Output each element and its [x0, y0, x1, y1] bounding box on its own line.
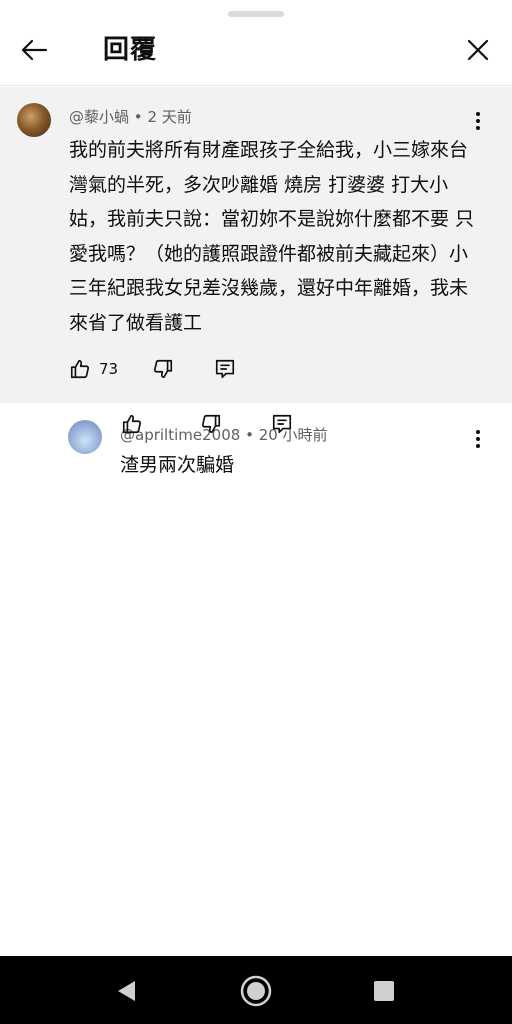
like-count: 73 [99, 360, 119, 378]
square-recents-icon [374, 981, 394, 1001]
home-circle-icon [240, 975, 272, 1007]
more-options-button[interactable] [466, 109, 490, 133]
meta-separator: • [133, 108, 143, 126]
avatar[interactable] [68, 420, 102, 454]
comment-author[interactable]: @藜小蝸 [69, 108, 129, 126]
nav-recents-button[interactable] [367, 974, 401, 1008]
comment-meta: @藜小蝸 • 2 天前 [69, 107, 192, 127]
comment-actions: 73 [68, 357, 237, 381]
comment-text: 我的前夫將所有財產跟孩子全給我，小三嫁來台灣氣的半死，多次吵離婚 燒房 打婆婆 … [69, 139, 475, 334]
arrow-left-icon [21, 39, 48, 61]
nav-home-button[interactable] [239, 974, 273, 1008]
thumbs-up-icon [70, 359, 90, 379]
thumbs-up-icon [122, 414, 142, 434]
triangle-back-icon [118, 981, 135, 1001]
back-button[interactable] [14, 34, 54, 66]
reply-actions [120, 412, 294, 436]
thumbs-down-icon [154, 359, 173, 379]
comment-icon [272, 414, 292, 434]
highlighted-comment: @藜小蝸 • 2 天前 我的前夫將所有財產跟孩子全給我，小三嫁來台灣氣的半死，多… [0, 87, 512, 403]
dislike-button[interactable] [151, 357, 175, 381]
thumbs-down-icon [201, 414, 221, 434]
replies-header: 回覆 [0, 22, 512, 86]
reply-text: 渣男兩次騙婚 [120, 454, 235, 476]
reply-button[interactable] [213, 357, 237, 381]
avatar[interactable] [17, 103, 51, 137]
like-button[interactable] [68, 357, 92, 381]
dislike-button[interactable] [199, 412, 223, 436]
more-options-button[interactable] [466, 427, 490, 451]
more-vert-icon [476, 112, 480, 116]
more-vert-icon [476, 430, 480, 434]
comment-time: 2 天前 [147, 108, 192, 126]
nav-back-button[interactable] [109, 974, 143, 1008]
close-icon [467, 39, 489, 61]
like-button[interactable] [120, 412, 144, 436]
system-navigation-bar [0, 956, 512, 1024]
reply-button[interactable] [270, 412, 294, 436]
sheet-drag-handle[interactable] [228, 11, 284, 17]
comment-icon [216, 359, 235, 379]
page-title: 回覆 [103, 35, 158, 65]
close-button[interactable] [460, 34, 496, 66]
